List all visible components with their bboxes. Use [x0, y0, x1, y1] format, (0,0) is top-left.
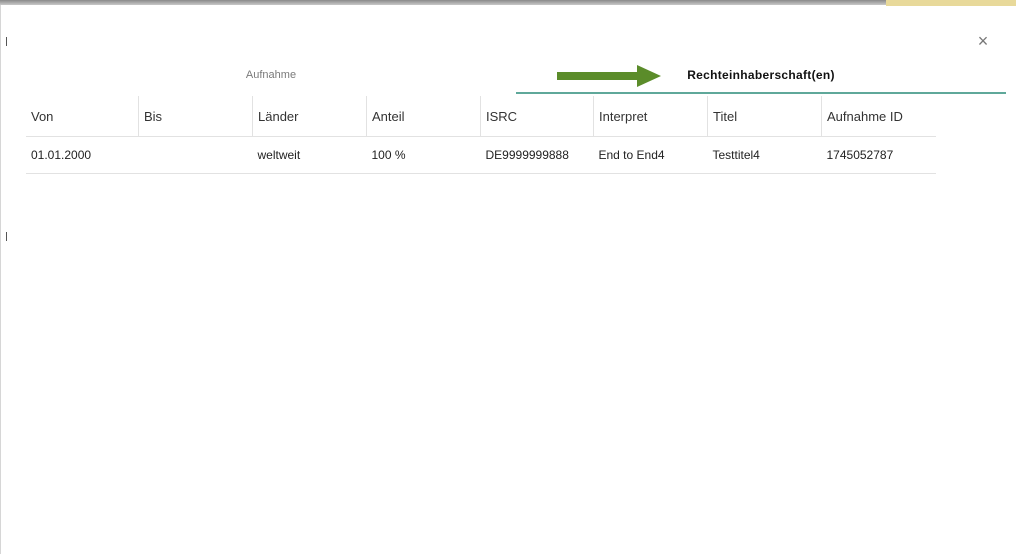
cell-titel: Testtitel4	[707, 136, 822, 174]
column-header-von[interactable]: Von	[26, 96, 139, 137]
close-icon[interactable]: ×	[972, 30, 994, 52]
column-header-interpret[interactable]: Interpret	[593, 96, 708, 137]
column-header-isrc[interactable]: ISRC	[480, 96, 594, 137]
dialog: × Aufnahme Rechteinhaberschaft(en) Von B…	[0, 0, 1016, 554]
tab-bar: Aufnahme Rechteinhaberschaft(en)	[26, 58, 1006, 94]
cell-laender: weltweit	[252, 136, 367, 174]
left-edge-tick	[6, 232, 7, 241]
window-left-edge	[0, 5, 1, 554]
tab-aufnahme[interactable]: Aufnahme	[26, 58, 516, 92]
column-header-anteil[interactable]: Anteil	[366, 96, 481, 137]
cell-von: 01.01.2000	[26, 136, 139, 174]
window-top-border	[0, 0, 1016, 5]
column-header-aufnahme-id[interactable]: Aufnahme ID	[821, 96, 936, 137]
table-row[interactable]: 01.01.2000 weltweit 100 % DE9999999888 E…	[26, 136, 936, 174]
rights-table: Von Bis Länder Anteil ISRC Interpret Tit…	[26, 96, 936, 174]
column-header-titel[interactable]: Titel	[707, 96, 822, 137]
column-header-laender[interactable]: Länder	[252, 96, 367, 137]
window-top-accent	[886, 0, 1016, 6]
cell-interpret: End to End4	[593, 136, 708, 174]
cell-isrc: DE9999999888	[480, 136, 594, 174]
green-arrow-icon	[557, 65, 661, 87]
cell-anteil: 100 %	[366, 136, 481, 174]
left-edge-tick	[6, 37, 7, 46]
cell-aufnahme-id: 1745052787	[821, 136, 936, 174]
table-header-row: Von Bis Länder Anteil ISRC Interpret Tit…	[26, 96, 936, 137]
cell-bis	[138, 136, 253, 174]
column-header-bis[interactable]: Bis	[138, 96, 253, 137]
